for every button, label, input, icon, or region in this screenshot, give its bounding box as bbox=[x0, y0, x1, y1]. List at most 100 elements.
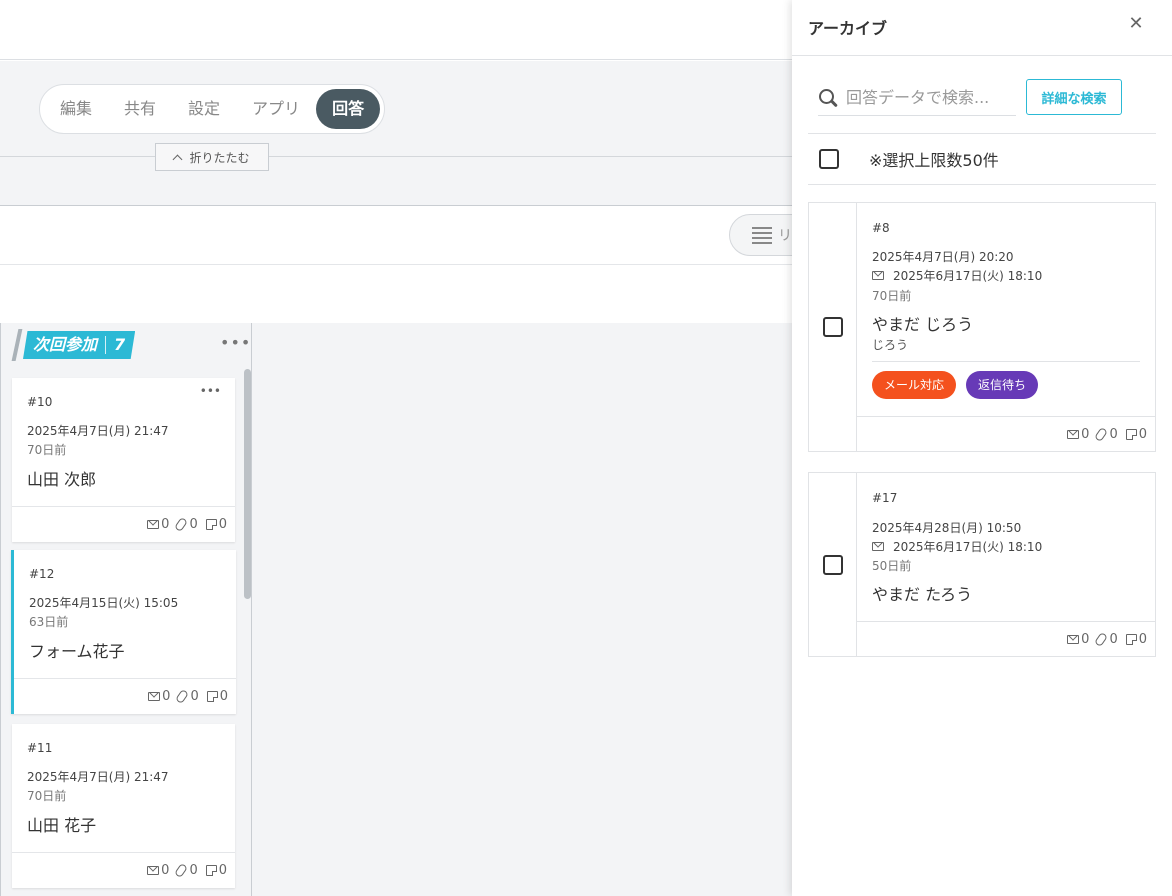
file-count: 0 bbox=[189, 863, 198, 878]
card-footer: 0 0 0 bbox=[857, 621, 1155, 656]
list-icon bbox=[752, 224, 772, 247]
card-checkbox-cell bbox=[809, 473, 857, 656]
mail-icon bbox=[1067, 634, 1080, 644]
drawer-title: アーカイブ bbox=[808, 19, 888, 38]
card-mail-date: 2025年6月17日(火) 18:10 bbox=[893, 540, 1043, 554]
list-view-label: リ bbox=[778, 228, 792, 244]
memo-count: 0 bbox=[1138, 426, 1147, 442]
card-checkbox[interactable] bbox=[822, 317, 843, 337]
card-number: #8 bbox=[872, 221, 890, 235]
paperclip-icon bbox=[174, 516, 189, 533]
paperclip-icon bbox=[175, 688, 190, 705]
card-footer: 0 0 0 bbox=[12, 506, 235, 542]
archive-card[interactable]: #17 2025年4月28日(月) 10:50 2025年6月17日(火) 18… bbox=[808, 472, 1156, 657]
column-header: 次回参加 7 bbox=[11, 329, 136, 361]
card-date: 2025年4月28日(月) 10:50 bbox=[872, 521, 1022, 535]
card-number: #10 bbox=[27, 395, 53, 409]
file-count: 0 bbox=[1109, 631, 1118, 647]
mail-count: 0 bbox=[1081, 631, 1090, 647]
column-handle[interactable] bbox=[11, 329, 23, 361]
card-date: 2025年4月15日(火) 15:05 bbox=[29, 596, 179, 610]
mail-icon bbox=[147, 866, 160, 875]
column-title: 次回参加 bbox=[33, 335, 98, 354]
memo-icon bbox=[1125, 633, 1137, 645]
card-kana: じろう bbox=[872, 338, 909, 352]
card-name: フォーム花子 bbox=[29, 642, 125, 661]
card-body: #17 2025年4月28日(月) 10:50 2025年6月17日(火) 18… bbox=[857, 473, 1155, 622]
tag-awaiting-reply[interactable]: 返信待ち bbox=[966, 371, 1039, 399]
card-checkbox-cell bbox=[809, 203, 857, 451]
chevron-up-icon bbox=[173, 154, 183, 164]
memo-count: 0 bbox=[219, 689, 228, 704]
memo-icon bbox=[206, 691, 218, 702]
card-name: 山田 花子 bbox=[27, 816, 97, 835]
response-card[interactable]: #11 2025年4月7日(月) 21:47 70日前 山田 花子 0 0 0 bbox=[12, 724, 235, 888]
card-name: やまだ たろう bbox=[872, 585, 973, 604]
card-date: 2025年4月7日(月) 21:47 bbox=[27, 424, 169, 438]
collapse-button[interactable]: 折りたたむ bbox=[155, 143, 269, 171]
advanced-search-button[interactable]: 詳細な検索 bbox=[1026, 79, 1122, 115]
tag-mail-handling[interactable]: メール対応 bbox=[872, 371, 957, 399]
column-title-badge: 次回参加 7 bbox=[23, 331, 136, 359]
memo-count: 0 bbox=[1138, 631, 1147, 647]
memo-icon bbox=[205, 865, 217, 876]
select-all-row: ※選択上限数50件 bbox=[808, 133, 1156, 185]
card-number: #11 bbox=[27, 741, 53, 755]
mail-icon bbox=[872, 542, 884, 551]
memo-icon bbox=[205, 519, 217, 530]
mail-count: 0 bbox=[161, 517, 170, 532]
response-card[interactable]: ••• #10 2025年4月7日(月) 21:47 70日前 山田 次郎 0 … bbox=[12, 378, 235, 542]
search-box bbox=[818, 80, 1016, 116]
card-divider bbox=[872, 361, 1140, 362]
search-icon bbox=[818, 88, 838, 108]
mail-icon bbox=[1067, 429, 1080, 439]
response-card[interactable]: #12 2025年4月15日(火) 15:05 63日前 フォーム花子 0 0 … bbox=[11, 550, 236, 714]
card-mail-date-row: 2025年6月17日(火) 18:10 bbox=[872, 538, 1042, 555]
mail-icon bbox=[872, 271, 884, 280]
mail-icon bbox=[148, 692, 161, 701]
memo-count: 0 bbox=[218, 863, 227, 878]
mail-icon bbox=[147, 520, 160, 529]
card-date: 2025年4月7日(月) 21:47 bbox=[27, 770, 169, 784]
select-limit-label: ※選択上限数50件 bbox=[869, 151, 999, 170]
card-mail-date: 2025年6月17日(火) 18:10 bbox=[893, 269, 1043, 283]
card-body: #8 2025年4月7日(月) 20:20 2025年6月17日(火) 18:1… bbox=[857, 203, 1155, 417]
memo-count: 0 bbox=[218, 517, 227, 532]
tab-apps[interactable]: アプリ bbox=[236, 89, 316, 129]
card-footer: 0 0 0 bbox=[857, 416, 1155, 451]
select-all-checkbox[interactable] bbox=[819, 149, 839, 169]
card-ago: 70日前 bbox=[872, 289, 912, 303]
card-ago: 63日前 bbox=[29, 615, 69, 629]
mail-count: 0 bbox=[161, 863, 170, 878]
close-icon[interactable]: ✕ bbox=[1126, 12, 1146, 36]
search-input[interactable] bbox=[846, 88, 1006, 107]
paperclip-icon bbox=[174, 862, 189, 879]
file-count: 0 bbox=[189, 517, 198, 532]
tab-share[interactable]: 共有 bbox=[108, 89, 172, 129]
file-count: 0 bbox=[190, 689, 199, 704]
tab-settings[interactable]: 設定 bbox=[172, 89, 236, 129]
paperclip-icon bbox=[1094, 631, 1109, 647]
kanban-column: 次回参加 7 ••• ••• #10 2025年4月7日(月) 21:47 70… bbox=[0, 323, 252, 896]
card-ago: 70日前 bbox=[27, 443, 67, 457]
card-checkbox[interactable] bbox=[822, 554, 843, 575]
card-date: 2025年4月7日(月) 20:20 bbox=[872, 250, 1014, 264]
memo-icon bbox=[1125, 428, 1137, 440]
drawer-header: アーカイブ ✕ bbox=[792, 0, 1172, 56]
mail-count: 0 bbox=[1081, 426, 1090, 442]
file-count: 0 bbox=[1109, 426, 1118, 442]
card-name: やまだ じろう bbox=[872, 315, 974, 334]
collapse-label: 折りたたむ bbox=[189, 150, 250, 165]
column-more-icon[interactable]: ••• bbox=[220, 333, 251, 352]
paperclip-icon bbox=[1094, 426, 1109, 442]
column-count: 7 bbox=[114, 335, 126, 354]
column-scrollbar[interactable] bbox=[244, 369, 251, 599]
card-number: #17 bbox=[872, 491, 898, 505]
tab-edit[interactable]: 編集 bbox=[44, 89, 108, 129]
tab-responses[interactable]: 回答 bbox=[316, 89, 381, 129]
card-mail-date-row: 2025年6月17日(火) 18:10 bbox=[872, 267, 1042, 284]
mail-count: 0 bbox=[162, 689, 171, 704]
card-more-icon[interactable]: ••• bbox=[200, 384, 221, 398]
column-title-separator bbox=[105, 336, 107, 354]
archive-card[interactable]: #8 2025年4月7日(月) 20:20 2025年6月17日(火) 18:1… bbox=[808, 202, 1156, 452]
